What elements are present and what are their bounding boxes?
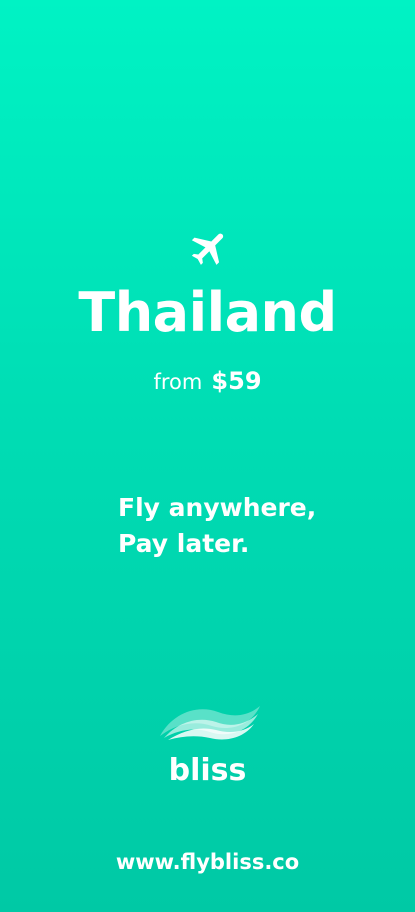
tagline-line-2: Pay later. [118, 529, 250, 558]
price-amount: $59 [211, 367, 262, 395]
promo-screen: Thailand from $59 Fly anywhere, Pay late… [0, 0, 415, 912]
tagline-line-1: Fly anywhere, [118, 493, 317, 522]
price-line: from $59 [0, 364, 415, 401]
price-prefix: from [153, 370, 203, 394]
destination-title: Thailand [78, 281, 337, 344]
tagline: Fly anywhere, Pay later. [118, 490, 398, 562]
brand-name: bliss [168, 753, 247, 788]
website-link[interactable]: www.flybliss.co [0, 846, 415, 878]
wave-logo-icon [158, 698, 262, 742]
airplane-icon [188, 226, 232, 270]
